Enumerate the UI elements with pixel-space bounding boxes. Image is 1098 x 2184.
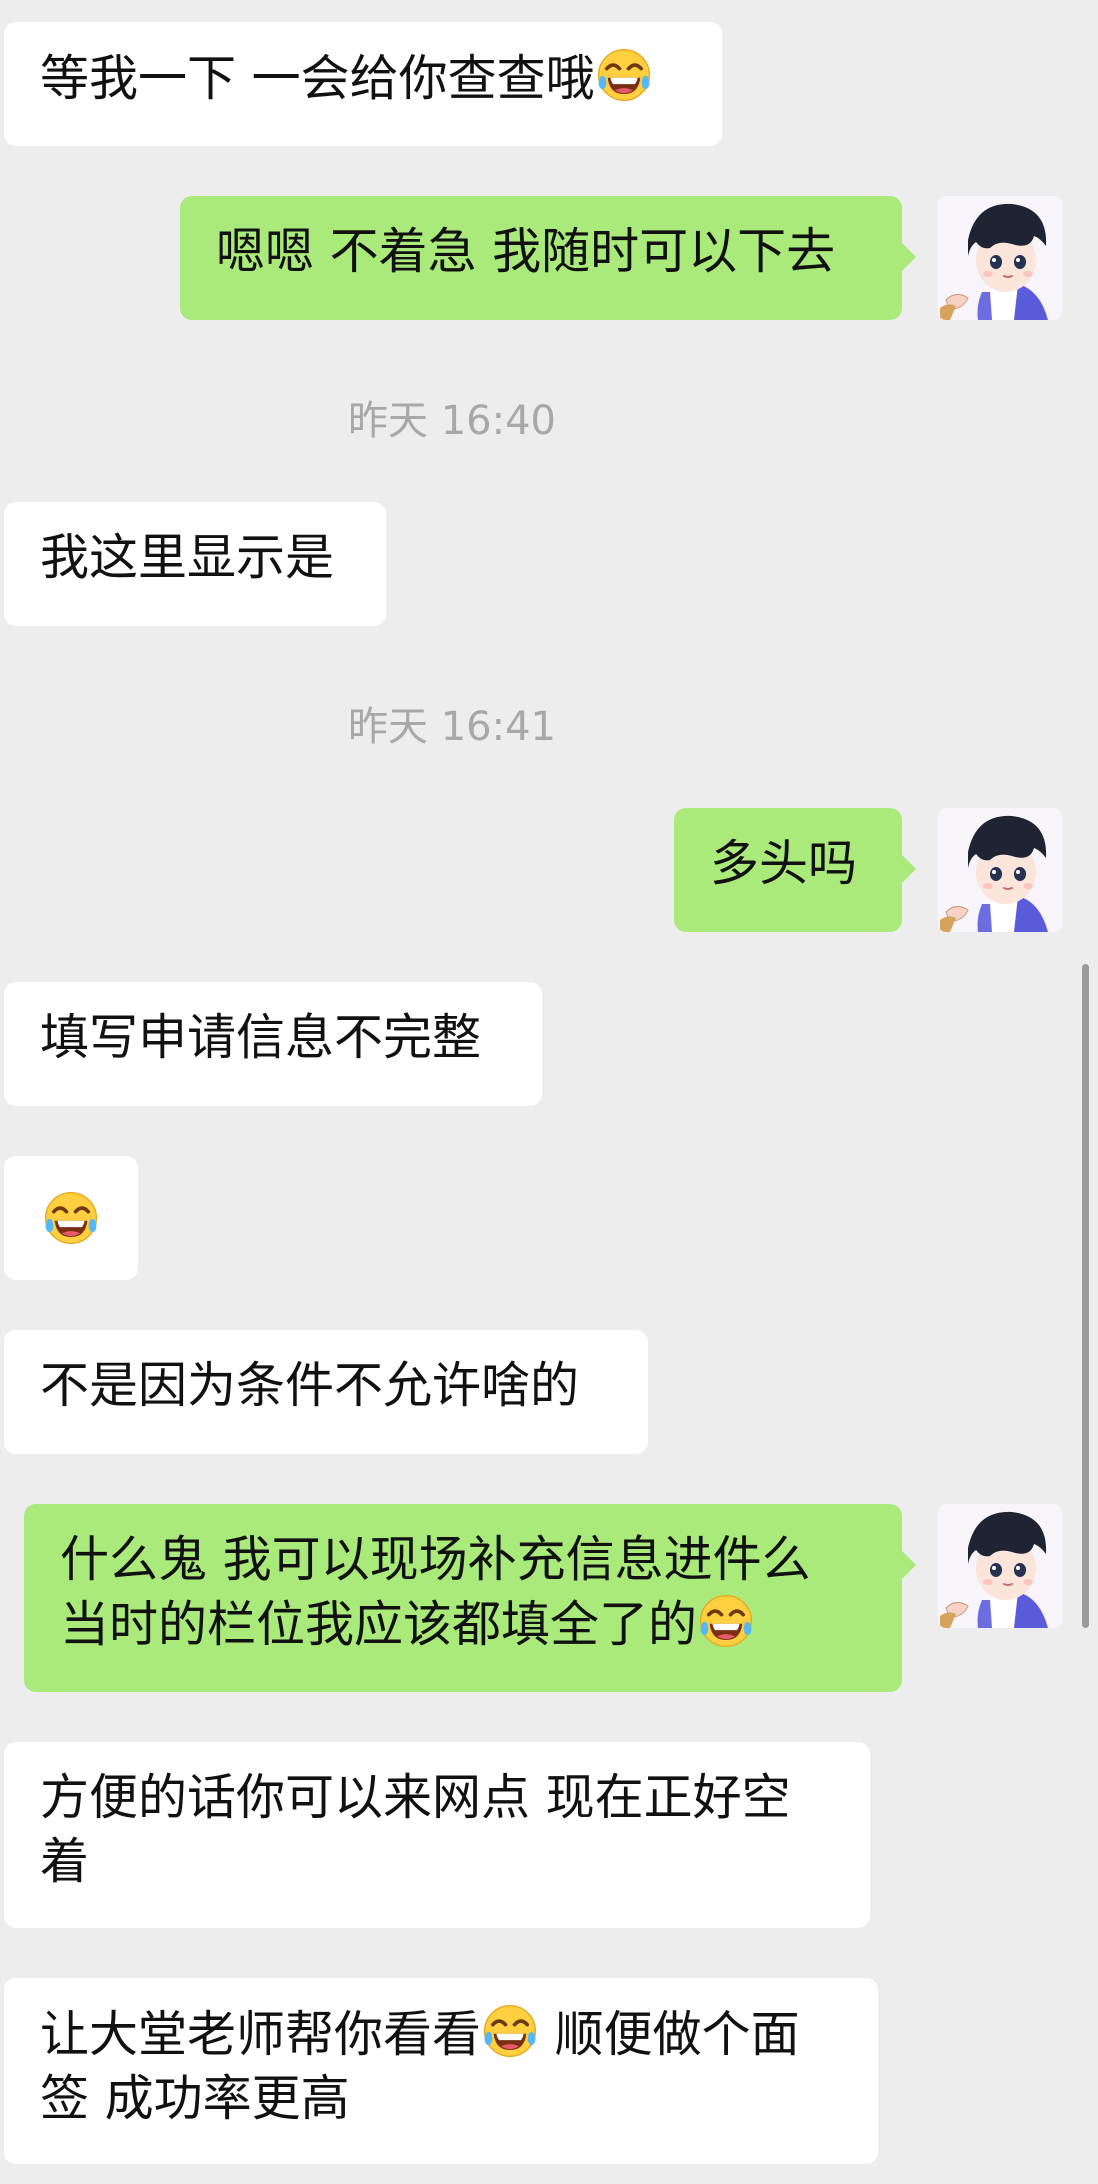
message-text: 我这里显示是: [40, 529, 335, 586]
message-text: 让大堂老师帮你看看: [40, 2006, 482, 2063]
message-text: 等我一下 一会给你查查哦: [40, 50, 595, 107]
message-bubble-outgoing[interactable]: 多头吗: [674, 808, 916, 932]
scrollbar-thumb[interactable]: [1082, 964, 1089, 1628]
message-bubble-incoming[interactable]: 让大堂老师帮你看看 顺便做个面签 成功率更高: [4, 1978, 878, 2164]
cartoon-boy-avatar-icon: [938, 808, 1062, 932]
message-text: 方便的话你可以来网点 现在正好空着: [40, 1769, 791, 1890]
tears-of-joy-emoji-icon: [481, 2002, 539, 2060]
message-timestamp: 昨天 16:41: [348, 704, 556, 750]
tears-of-joy-emoji-icon: [595, 46, 653, 104]
message-bubble-incoming[interactable]: [4, 1156, 138, 1280]
message-text: 当时的栏位我应该都填全了的: [60, 1596, 698, 1653]
user-avatar[interactable]: [938, 196, 1062, 320]
message-bubble-incoming[interactable]: 填写申请信息不完整: [4, 982, 542, 1106]
message-bubble-incoming[interactable]: 方便的话你可以来网点 现在正好空着: [4, 1742, 870, 1928]
cartoon-boy-avatar-icon: [938, 1504, 1062, 1628]
message-bubble-incoming[interactable]: 不是因为条件不允许啥的: [4, 1330, 648, 1454]
user-avatar[interactable]: [938, 808, 1062, 932]
message-bubble-incoming[interactable]: 我这里显示是: [4, 502, 386, 626]
message-text: 不是因为条件不允许啥的: [40, 1357, 580, 1414]
cartoon-boy-avatar-icon: [938, 196, 1062, 320]
message-text-line: 当时的栏位我应该都填全了的: [60, 1592, 866, 1657]
message-timestamp: 昨天 16:40: [348, 398, 556, 444]
user-avatar[interactable]: [938, 1504, 1062, 1628]
tears-of-joy-emoji-icon: [42, 1189, 100, 1247]
message-bubble-outgoing[interactable]: 什么鬼 我可以现场补充信息进件么 当时的栏位我应该都填全了的: [24, 1504, 916, 1692]
message-text: 填写申请信息不完整: [40, 1009, 482, 1066]
message-text: 嗯嗯 不着急 我随时可以下去: [216, 223, 836, 280]
message-text-line: 什么鬼 我可以现场补充信息进件么: [60, 1531, 811, 1588]
message-text: 多头吗: [710, 835, 858, 892]
tears-of-joy-emoji-icon: [697, 1592, 755, 1650]
message-bubble-incoming[interactable]: 等我一下 一会给你查查哦: [4, 22, 722, 146]
message-bubble-outgoing[interactable]: 嗯嗯 不着急 我随时可以下去: [180, 196, 916, 320]
